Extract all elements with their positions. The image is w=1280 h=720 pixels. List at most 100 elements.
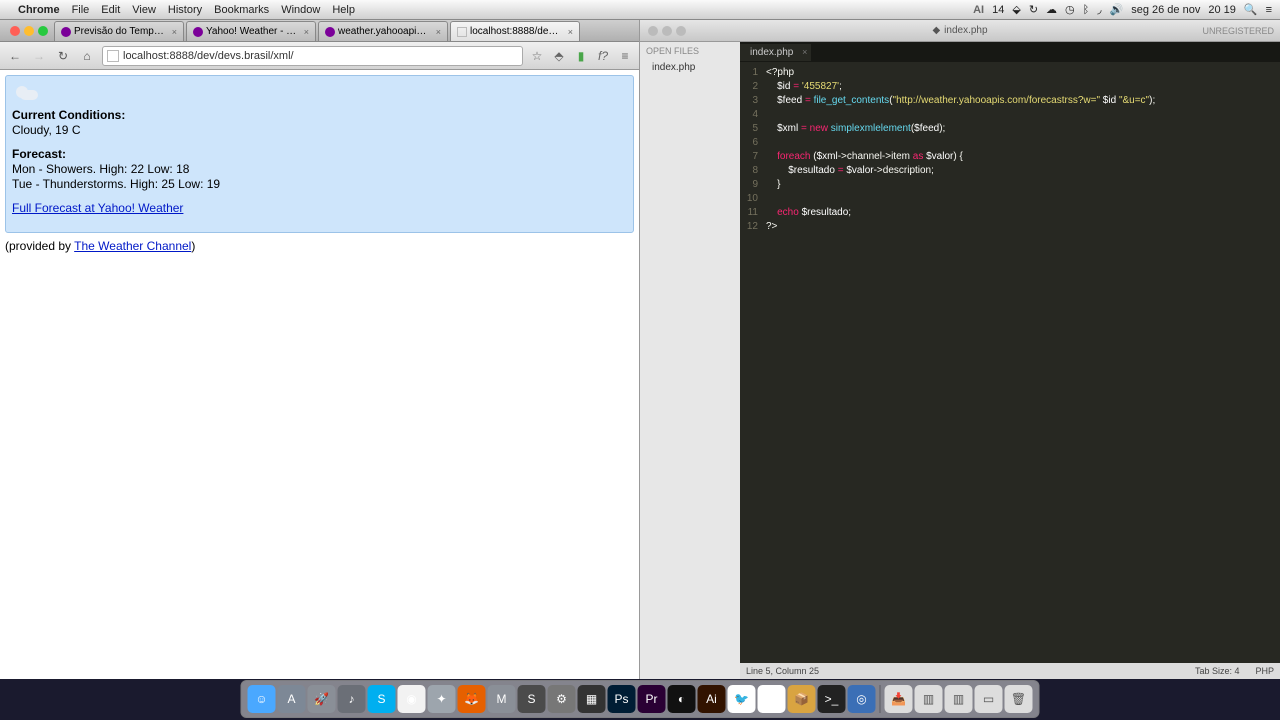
code-editor[interactable]: 123456789101112 <?php $id = '455827'; $f… [740, 62, 1280, 663]
dock-app-itunes[interactable]: ♪ [338, 685, 366, 713]
file-icon: ◆ [932, 25, 940, 36]
font-icon[interactable]: f? [595, 49, 611, 63]
dock-app-safari[interactable]: ✦ [428, 685, 456, 713]
cloud-icon [12, 84, 40, 102]
forward-button[interactable]: → [30, 49, 48, 63]
app-name[interactable]: Chrome [18, 4, 60, 16]
home-button[interactable]: ⌂ [78, 49, 96, 63]
wifi-icon[interactable]: ◞ [1097, 3, 1101, 16]
browser-tab[interactable]: weather.yahooapis.com/fo× [318, 21, 448, 41]
browser-tab[interactable]: Yahoo! Weather - Yahoo! D× [186, 21, 316, 41]
dock-downloads[interactable]: 📥 [885, 685, 913, 713]
notification-badge[interactable]: 14 [992, 4, 1004, 16]
open-files-header: OPEN FILES [640, 42, 740, 60]
zoom-window-icon[interactable] [676, 26, 686, 36]
menu-window[interactable]: Window [281, 4, 320, 16]
conditions-text: Cloudy, 19 C [12, 123, 627, 137]
menubar-right: AI 14 ⬙ ↻ ☁ ◷ ᛒ ◞ 🔊 seg 26 de nov 20 19 … [973, 3, 1272, 16]
file-tab[interactable]: index.php× [740, 44, 811, 61]
full-forecast-link[interactable]: Full Forecast at Yahoo! Weather [12, 201, 183, 215]
dock-app-launchpad[interactable]: 🚀 [308, 685, 336, 713]
dock-app-mamp[interactable]: M [488, 685, 516, 713]
close-tab-icon[interactable]: × [172, 27, 177, 37]
menu-help[interactable]: Help [332, 4, 355, 16]
time-text: 20 19 [1208, 4, 1236, 16]
dock-app-chrome[interactable]: ◉ [398, 685, 426, 713]
close-window-icon[interactable] [10, 26, 20, 36]
menu-history[interactable]: History [168, 4, 202, 16]
provider-link[interactable]: The Weather Channel [74, 239, 191, 253]
close-window-icon[interactable] [648, 26, 658, 36]
dock-app-terminal[interactable]: >_ [818, 685, 846, 713]
menu-edit[interactable]: Edit [101, 4, 120, 16]
menu-file[interactable]: File [72, 4, 90, 16]
clock-icon[interactable]: ◷ [1065, 3, 1075, 16]
adobe-icon: AI [973, 4, 984, 16]
menu-view[interactable]: View [132, 4, 156, 16]
yahoo-favicon-icon [61, 27, 71, 37]
dock-trash[interactable]: 🗑 [1005, 685, 1033, 713]
extension-icon[interactable]: ⬘ [551, 49, 567, 63]
code-text[interactable]: <?php $id = '455827'; $feed = file_get_c… [762, 62, 1280, 663]
dock-app-appstore[interactable]: A [278, 685, 306, 713]
editor-tabbar: index.php× [740, 42, 1280, 62]
minimize-window-icon[interactable] [662, 26, 672, 36]
browser-toolbar: ← → ↻ ⌂ localhost:8888/dev/devs.brasil/x… [0, 42, 639, 70]
url-input[interactable]: localhost:8888/dev/devs.brasil/xml/ [102, 46, 523, 66]
language-mode[interactable]: PHP [1255, 666, 1274, 676]
bluetooth-icon[interactable]: ᛒ [1083, 4, 1090, 16]
wrench-icon[interactable]: ≡ [617, 49, 633, 63]
dock-app-firefox[interactable]: 🦊 [458, 685, 486, 713]
dock-app-other[interactable]: ◐ [668, 685, 696, 713]
macos-dock: ☺A🚀♪S◉✦🦊MS⚙▦PsPr◐Ai🐦➤📦>_◎ 📥▥▥▭🗑 [241, 680, 1040, 718]
macos-menubar: Chrome File Edit View History Bookmarks Windo… [0, 0, 1280, 20]
dock-app-utility2[interactable]: ▦ [578, 685, 606, 713]
zoom-window-icon[interactable] [38, 26, 48, 36]
browser-tab[interactable]: localhost:8888/dev/devs.b× [450, 21, 580, 41]
browser-tab[interactable]: Previsão do Tempo em São× [54, 21, 184, 41]
menu-bookmarks[interactable]: Bookmarks [214, 4, 269, 16]
dock-doc1[interactable]: ▥ [915, 685, 943, 713]
close-tab-icon[interactable]: × [436, 27, 441, 37]
open-file-item[interactable]: index.php [640, 60, 740, 75]
browser-viewport: Current Conditions: Cloudy, 19 C Forecas… [0, 70, 639, 679]
close-tab-icon[interactable]: × [802, 47, 807, 57]
dropbox-icon[interactable]: ⬙ [1012, 3, 1020, 16]
dock-app-ai[interactable]: Ai [698, 685, 726, 713]
close-tab-icon[interactable]: × [568, 27, 573, 37]
reload-button[interactable]: ↻ [54, 49, 72, 63]
cloud-icon[interactable]: ☁ [1046, 3, 1057, 16]
sync-icon[interactable]: ↻ [1029, 3, 1038, 16]
dock-app-pr[interactable]: Pr [638, 685, 666, 713]
dock-app-send[interactable]: ➤ [758, 685, 786, 713]
dock-app-finder[interactable]: ☺ [248, 685, 276, 713]
dock-app-twitter[interactable]: 🐦 [728, 685, 756, 713]
page-icon [107, 50, 119, 62]
yahoo-favicon-icon [193, 27, 203, 37]
cursor-position[interactable]: Line 5, Column 25 [746, 666, 819, 676]
window-title: index.php [944, 25, 987, 36]
dock-separator [880, 685, 881, 713]
dock-app-app3[interactable]: ◎ [848, 685, 876, 713]
editor-titlebar: ◆index.php UNREGISTERED [640, 20, 1280, 42]
minimize-window-icon[interactable] [24, 26, 34, 36]
dock-app-sublime[interactable]: S [518, 685, 546, 713]
bookmark-icon[interactable]: ☆ [529, 49, 545, 63]
editor-statusbar: Line 5, Column 25 Tab Size: 4 PHP [740, 663, 1280, 679]
evernote-icon[interactable]: ▮ [573, 49, 589, 63]
dock-app-skype[interactable]: S [368, 685, 396, 713]
tab-size[interactable]: Tab Size: 4 [1195, 666, 1240, 676]
browser-tabbar: Previsão do Tempo em São×Yahoo! Weather … [0, 20, 639, 42]
dock-app-utility1[interactable]: ⚙ [548, 685, 576, 713]
dock-app-ps[interactable]: Ps [608, 685, 636, 713]
back-button[interactable]: ← [6, 49, 24, 63]
volume-icon[interactable]: 🔊 [1110, 3, 1124, 16]
dock-doc2[interactable]: ▥ [945, 685, 973, 713]
spotlight-icon[interactable]: 🔍 [1244, 3, 1258, 16]
url-text: localhost:8888/dev/devs.brasil/xml/ [123, 50, 294, 62]
dock-desktop[interactable]: ▭ [975, 685, 1003, 713]
line-gutter: 123456789101112 [740, 62, 762, 663]
close-tab-icon[interactable]: × [304, 27, 309, 37]
menu-icon[interactable]: ≡ [1266, 4, 1272, 16]
dock-app-box[interactable]: 📦 [788, 685, 816, 713]
